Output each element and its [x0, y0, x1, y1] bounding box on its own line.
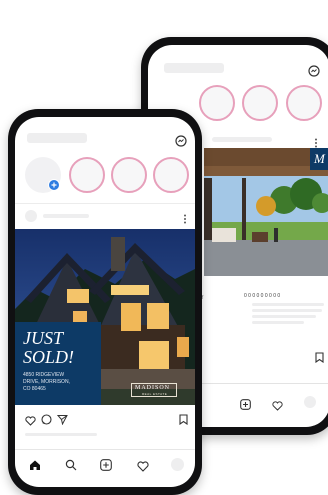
- heart-icon[interactable]: [25, 413, 36, 431]
- story-avatar[interactable]: [111, 157, 147, 193]
- add-post-icon[interactable]: [100, 458, 112, 476]
- front-phone-screen: JUST SOLD! 4850 RIDGEVIEW DRIVE, MORRISO…: [15, 117, 195, 487]
- caption-line: [252, 309, 322, 312]
- heart-icon[interactable]: [272, 398, 283, 416]
- post-author-avatar[interactable]: [25, 210, 37, 222]
- heart-icon[interactable]: [137, 459, 149, 477]
- post-header-placeholder: [212, 137, 272, 142]
- just-sold-panel: JUST SOLD! 4850 RIDGEVIEW DRIVE, MORRISO…: [15, 322, 101, 405]
- story-avatar[interactable]: [153, 157, 189, 193]
- story-avatar[interactable]: [242, 85, 278, 121]
- story-avatar[interactable]: [69, 157, 105, 193]
- address-line-2: DRIVE, MORRISON,: [23, 379, 70, 385]
- comment-icon[interactable]: [41, 412, 52, 430]
- address-line-3: CO 80465: [23, 386, 46, 392]
- front-top-bar-placeholder: [27, 133, 87, 143]
- nav-divider: [15, 449, 195, 450]
- home-icon[interactable]: [29, 458, 41, 476]
- caption-line: [252, 303, 324, 306]
- address-line-1: 4850 RIDGEVIEW: [23, 372, 65, 378]
- story-avatar[interactable]: [199, 85, 235, 121]
- brand-logo: MADISON REAL ESTATE: [131, 383, 177, 397]
- caption-line: [252, 321, 304, 324]
- post-stats-line: 0 0 0 0 0 0 0 0 0: [244, 293, 281, 299]
- bookmark-icon[interactable]: [179, 412, 188, 430]
- messenger-icon[interactable]: [175, 134, 187, 152]
- front-phone: JUST SOLD! 4850 RIDGEVIEW DRIVE, MORRISO…: [8, 109, 202, 495]
- post-banner: M: [310, 148, 328, 170]
- send-icon[interactable]: [56, 412, 68, 430]
- add-post-icon[interactable]: [240, 397, 251, 415]
- messenger-icon[interactable]: [308, 64, 320, 82]
- brand-sub: REAL ESTATE: [142, 392, 168, 396]
- post-author-name-placeholder: [43, 214, 89, 218]
- add-story-badge[interactable]: [48, 179, 60, 191]
- post-banner-letter: M: [314, 151, 325, 166]
- story-avatar[interactable]: [286, 85, 322, 121]
- caption-line: [25, 433, 97, 436]
- bookmark-icon[interactable]: [315, 350, 324, 368]
- headline-line-1: JUST: [23, 328, 63, 348]
- headline-line-2: SOLD!: [23, 347, 75, 367]
- back-top-bar-placeholder: [164, 63, 224, 73]
- search-icon[interactable]: [65, 458, 77, 476]
- profile-icon[interactable]: [171, 458, 184, 471]
- nav-divider: [15, 203, 195, 204]
- profile-icon[interactable]: [304, 396, 316, 408]
- brand-name: MADISON: [135, 385, 171, 391]
- caption-line: [252, 315, 316, 318]
- more-options-icon[interactable]: [183, 211, 187, 229]
